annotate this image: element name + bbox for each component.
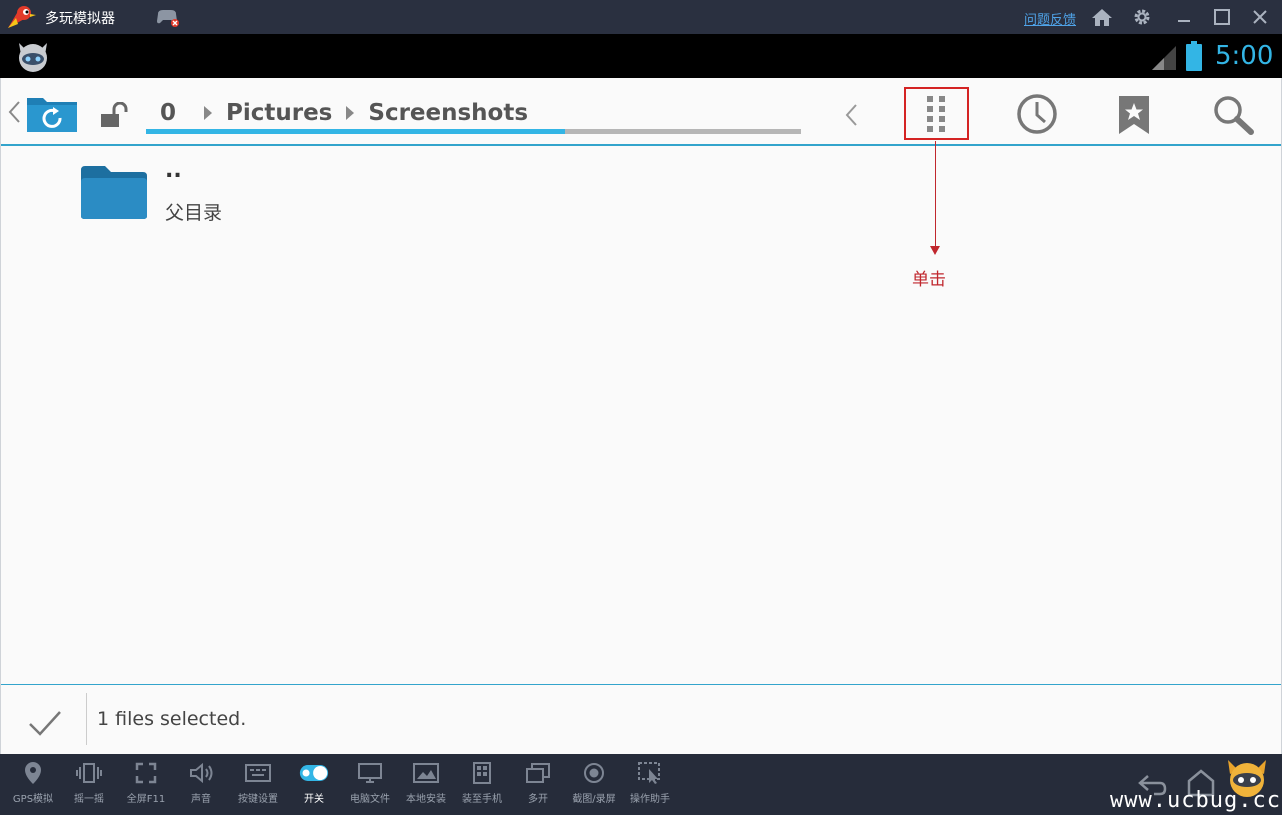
signal-strength-icon (1152, 46, 1176, 70)
app-title: 多玩模拟器 (45, 11, 115, 27)
battery-icon (1186, 41, 1202, 71)
tool-multi-open[interactable]: 多开 (508, 760, 568, 810)
emulator-title-bar: 多玩模拟器 问题反馈 (0, 0, 1282, 34)
bird-logo-icon (8, 6, 36, 28)
selection-bar: 1 files selected. (1, 684, 1281, 754)
status-clock: 5:00 (1215, 41, 1274, 71)
tool-label: 操作助手 (630, 794, 670, 805)
tool-label: 声音 (191, 794, 211, 805)
image-install-icon (411, 760, 441, 786)
breadcrumb-item[interactable]: 0 (146, 100, 190, 126)
tool-label: 摇一摇 (74, 794, 104, 805)
tool-label: 开关 (304, 794, 324, 805)
bookmark-star-icon[interactable] (1115, 94, 1153, 136)
tool-label: 本地安装 (406, 794, 446, 805)
breadcrumb: 0 Pictures Screenshots (146, 98, 528, 128)
emulator-toolbar: GPS模拟 摇一摇 全屏F11 声音 按键设置 开关 电脑文件 本地安装 装至手… (0, 754, 1282, 815)
clock-history-icon[interactable] (1015, 92, 1059, 136)
file-description: 父目录 (165, 202, 223, 224)
tool-fullscreen[interactable]: 全屏F11 (116, 760, 176, 810)
tool-assistant[interactable]: 操作助手 (620, 760, 680, 810)
record-icon (579, 760, 609, 786)
file-name: .. (165, 158, 182, 183)
tool-label: 截图/录屏 (572, 794, 616, 805)
tool-toggle[interactable]: 开关 (284, 760, 344, 810)
tool-label: 按键设置 (238, 794, 278, 805)
tool-label: 全屏F11 (126, 794, 166, 805)
gear-icon[interactable] (1130, 6, 1154, 28)
map-pin-icon (18, 760, 48, 786)
assistant-icon (635, 760, 665, 786)
chevron-left-icon[interactable] (843, 102, 859, 128)
breadcrumb-item[interactable]: Pictures (226, 100, 332, 126)
tool-pc-files[interactable]: 电脑文件 (340, 760, 400, 810)
tool-label: 装至手机 (462, 794, 502, 805)
tool-install-phone[interactable]: 装至手机 (452, 760, 512, 810)
folder-icon (81, 166, 147, 219)
breadcrumb-separator-icon (190, 104, 226, 122)
toggle-on-icon (299, 760, 329, 786)
breadcrumb-scroll-progress (146, 129, 565, 134)
file-manager-app: 0 Pictures Screenshots .. 父目录 1 files se… (0, 78, 1282, 754)
tool-sound[interactable]: 声音 (171, 760, 231, 810)
tool-local-install[interactable]: 本地安装 (396, 760, 456, 810)
annotation-line (935, 141, 936, 249)
watermark-text: www.ucbug.cc (1110, 788, 1281, 813)
grid-dots-icon (926, 95, 945, 132)
breadcrumb-item[interactable]: Screenshots (368, 100, 528, 126)
close-icon[interactable] (1248, 6, 1272, 28)
tool-shake[interactable]: 摇一摇 (59, 760, 119, 810)
tool-label: 电脑文件 (350, 794, 390, 805)
chevron-left-icon[interactable] (7, 100, 21, 124)
list-item[interactable]: .. 父目录 (1, 158, 1281, 230)
minimize-icon[interactable] (1172, 6, 1196, 28)
multi-window-icon (523, 760, 553, 786)
monitor-icon (355, 760, 385, 786)
tool-gps[interactable]: GPS模拟 (3, 760, 63, 810)
tool-label: 多开 (528, 794, 548, 805)
gamepad-icon[interactable] (155, 6, 181, 28)
grid-view-button[interactable] (904, 87, 969, 140)
action-bar: 0 Pictures Screenshots (1, 78, 1281, 146)
fullscreen-icon (131, 760, 161, 786)
annotation-arrow-icon (930, 246, 940, 255)
maximize-icon[interactable] (1210, 6, 1234, 28)
shake-icon (74, 760, 104, 786)
speaker-icon (186, 760, 216, 786)
feedback-link[interactable]: 问题反馈 (1024, 9, 1076, 28)
unlock-icon[interactable] (99, 102, 129, 128)
breadcrumb-separator-icon (332, 104, 368, 122)
phone-install-icon (467, 760, 497, 786)
keyboard-icon (243, 760, 273, 786)
tool-screenshot-record[interactable]: 截图/录屏 (564, 760, 624, 810)
tool-label: GPS模拟 (12, 794, 54, 805)
search-icon[interactable] (1209, 92, 1257, 136)
home-icon[interactable] (1090, 6, 1114, 28)
android-status-bar: 5:00 (0, 34, 1282, 78)
divider (86, 693, 87, 745)
annotation-label: 单击 (912, 270, 946, 290)
refresh-folder-icon[interactable] (25, 92, 79, 134)
tool-key-settings[interactable]: 按键设置 (228, 760, 288, 810)
checkmark-icon[interactable] (27, 707, 63, 739)
selection-status: 1 files selected. (97, 708, 247, 730)
mascot-avatar-icon (19, 43, 47, 72)
